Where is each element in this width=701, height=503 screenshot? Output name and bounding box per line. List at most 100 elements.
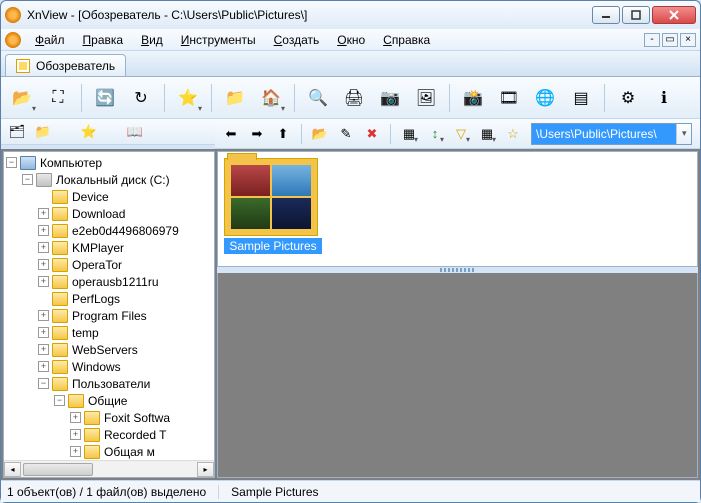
path-input[interactable] xyxy=(532,124,676,144)
rotate-icon: ↻ xyxy=(130,87,152,109)
back-button[interactable]: ⬅ xyxy=(219,122,243,146)
tab-browser[interactable]: Обозреватель xyxy=(5,54,126,76)
tab-icon xyxy=(16,59,30,73)
slideshow-icon: 🎞 xyxy=(498,87,520,109)
workspace: −Компьютер −Локальный диск (C:) Device+D… xyxy=(1,149,700,480)
home-button[interactable]: 🏠 xyxy=(254,81,288,115)
close-button[interactable] xyxy=(652,6,696,24)
convert-button[interactable]: 🖼 xyxy=(409,81,443,115)
up-icon: ⬆ xyxy=(275,126,291,142)
explorer-icon: 📁 xyxy=(224,87,246,109)
tree-folder[interactable]: +OperaTor xyxy=(4,256,214,273)
delete-icon: ✖ xyxy=(364,126,380,142)
folder-thumbnail xyxy=(224,158,318,236)
layout-button[interactable]: ▦ xyxy=(475,122,499,146)
settings-icon: ⚙ xyxy=(617,87,639,109)
tabbar: Обозреватель xyxy=(1,51,700,77)
menu-view[interactable]: Вид xyxy=(133,31,171,49)
mdi-close[interactable]: × xyxy=(680,33,696,47)
tree-book-button[interactable]: 📖 xyxy=(123,120,147,144)
folders-icon: 🗂 xyxy=(9,124,25,140)
delete-button[interactable]: ✖ xyxy=(360,122,384,146)
fullscreen-button[interactable]: ⛶ xyxy=(41,81,75,115)
tree-folder[interactable]: +WebServers xyxy=(4,341,214,358)
batch-button[interactable]: ▤ xyxy=(564,81,598,115)
tree-folder[interactable]: +Program Files xyxy=(4,307,214,324)
menubar: Файл Правка Вид Инструменты Создать Окно… xyxy=(1,29,700,51)
tree-folder[interactable]: +Recorded T xyxy=(4,426,214,443)
tag-button[interactable]: ☆ xyxy=(501,122,525,146)
maximize-button[interactable] xyxy=(622,6,650,24)
rename-button[interactable]: ✎ xyxy=(334,122,358,146)
capture-button[interactable]: 📸 xyxy=(456,81,490,115)
up-button[interactable]: ⬆ xyxy=(271,122,295,146)
tree-favorites-button[interactable]: ⭐ xyxy=(77,120,101,144)
print-button[interactable]: 🖨 xyxy=(337,81,371,115)
forward-button[interactable]: ➡ xyxy=(245,122,269,146)
menu-create[interactable]: Создать xyxy=(266,31,328,49)
scroll-left[interactable]: ◂ xyxy=(4,462,21,477)
minimize-button[interactable] xyxy=(592,6,620,24)
folder-tree[interactable]: −Компьютер −Локальный диск (C:) Device+D… xyxy=(4,152,214,460)
path-dropdown[interactable]: ▾ xyxy=(676,124,691,144)
menu-file[interactable]: Файл xyxy=(27,31,73,49)
convert-icon: 🖼 xyxy=(415,87,437,109)
tree-folder[interactable]: +Общая м xyxy=(4,443,214,460)
mdi-restore[interactable]: ▭ xyxy=(662,33,678,47)
tree-users[interactable]: −Пользователи xyxy=(4,375,214,392)
rotate-button[interactable]: ↻ xyxy=(124,81,158,115)
web-button[interactable]: 🌐 xyxy=(528,81,562,115)
tree-folder[interactable]: +operausb1211ru xyxy=(4,273,214,290)
refresh-button[interactable]: 🔄 xyxy=(88,81,122,115)
newfolder-icon: 📂 xyxy=(312,126,328,142)
forward-icon: ➡ xyxy=(249,126,265,142)
rename-icon: ✎ xyxy=(338,126,354,142)
filter-button[interactable]: ▽ xyxy=(449,122,473,146)
slideshow-button[interactable]: 🎞 xyxy=(492,81,526,115)
favorite-button[interactable]: ⭐ xyxy=(171,81,205,115)
tree-folders-button[interactable]: 🗂 xyxy=(5,120,29,144)
folder-item[interactable]: Sample Pictures xyxy=(224,158,322,254)
tree-folder[interactable]: +KMPlayer xyxy=(4,239,214,256)
tree-folder[interactable]: +e2eb0d4496806979 xyxy=(4,222,214,239)
about-button[interactable]: ℹ xyxy=(647,81,681,115)
window-title: XnView - [Обозреватель - C:\Users\Public… xyxy=(27,8,590,22)
tree-scrollbar[interactable]: ◂ ▸ xyxy=(4,460,214,477)
view-mode-button[interactable]: ▦ xyxy=(397,122,421,146)
tree-folder[interactable]: PerfLogs xyxy=(4,290,214,307)
scroll-right[interactable]: ▸ xyxy=(197,462,214,477)
mdi-minimize[interactable]: ‐ xyxy=(644,33,660,47)
menu-tools[interactable]: Инструменты xyxy=(173,31,264,49)
thumbnail-area[interactable]: Sample Pictures xyxy=(217,151,698,267)
tree-folder[interactable]: +temp xyxy=(4,324,214,341)
categories-icon: 📁 xyxy=(35,124,51,140)
menu-help[interactable]: Справка xyxy=(375,31,438,49)
layout-icon: ▦ xyxy=(479,126,495,142)
refresh-icon: 🔄 xyxy=(94,87,116,109)
app-icon xyxy=(5,7,21,23)
menu-edit[interactable]: Правка xyxy=(75,31,132,49)
print-icon: 🖨 xyxy=(343,87,365,109)
open-button[interactable]: 📂 xyxy=(5,81,39,115)
settings-button[interactable]: ⚙ xyxy=(611,81,645,115)
tree-drive[interactable]: −Локальный диск (C:) xyxy=(4,171,214,188)
search-button[interactable]: 🔍 xyxy=(301,81,335,115)
explorer-button[interactable]: 📁 xyxy=(218,81,252,115)
tree-folder[interactable]: +Windows xyxy=(4,358,214,375)
favorite-icon: ⭐ xyxy=(177,87,199,109)
scroll-thumb[interactable] xyxy=(23,463,93,476)
tree-folder[interactable]: +Foxit Softwa xyxy=(4,409,214,426)
menu-window[interactable]: Окно xyxy=(329,31,373,49)
tree-folder[interactable]: +Download xyxy=(4,205,214,222)
tree-categories-button[interactable]: 📁 xyxy=(31,120,55,144)
scanner-button[interactable]: 📷 xyxy=(373,81,407,115)
status-name: Sample Pictures xyxy=(231,485,318,499)
newfolder-button[interactable]: 📂 xyxy=(308,122,332,146)
tree-root[interactable]: −Компьютер xyxy=(4,154,214,171)
tree-public[interactable]: −Общие xyxy=(4,392,214,409)
tree-folder[interactable]: Device xyxy=(4,188,214,205)
app-menu-icon[interactable] xyxy=(5,32,21,48)
path-field[interactable]: ▾ xyxy=(531,123,692,145)
back-icon: ⬅ xyxy=(223,126,239,142)
sort-button[interactable]: ↕ xyxy=(423,122,447,146)
